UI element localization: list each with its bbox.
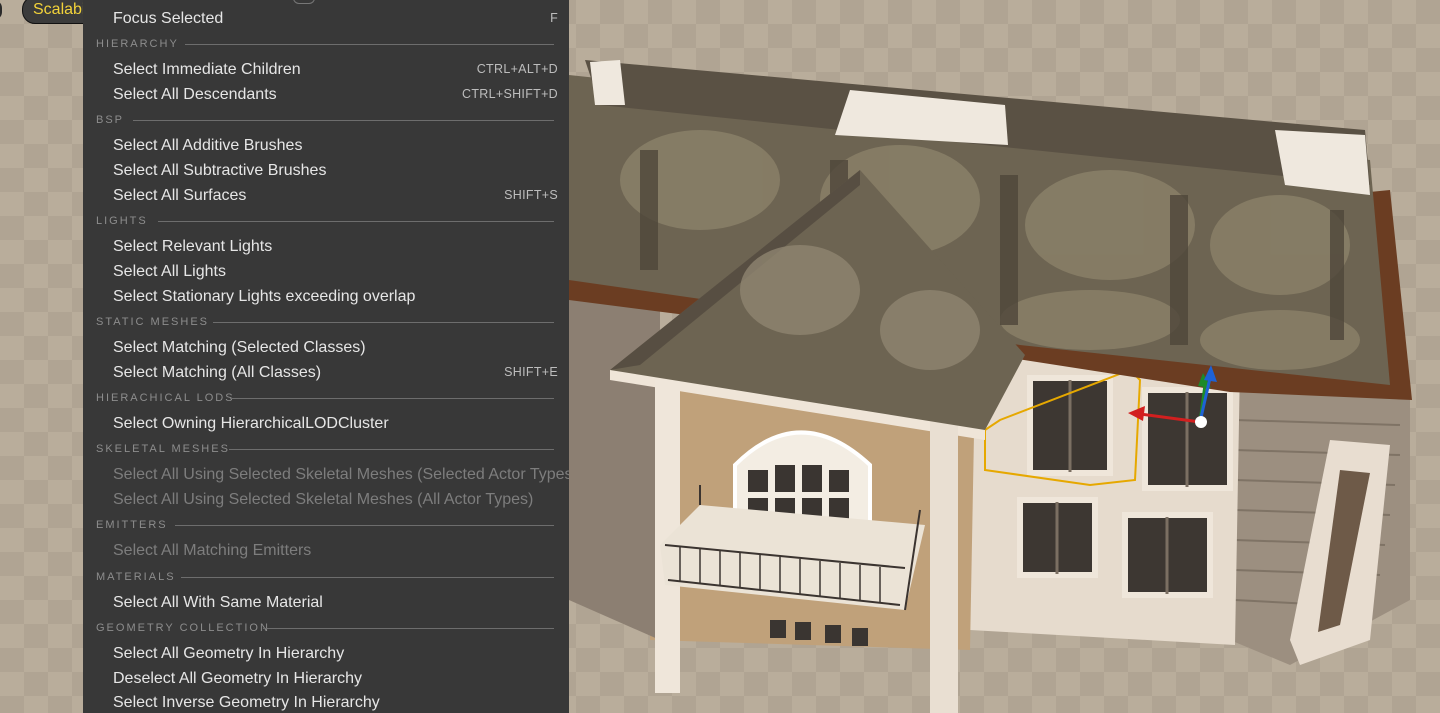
- menu-item-select-all-additive-brushes[interactable]: Select All Additive Brushes: [83, 133, 569, 158]
- section-divider: [181, 577, 554, 578]
- menu-item-select-immediate-children[interactable]: Select Immediate Children CTRL+ALT+D: [83, 57, 569, 82]
- section-header-static-meshes: STATIC MESHES: [83, 309, 569, 335]
- menu-item-label: Select All Descendants: [113, 86, 277, 103]
- section-divider: [158, 221, 554, 222]
- section-header-label: MATERIALS: [96, 571, 176, 583]
- menu-item-label: Focus Selected: [113, 10, 224, 27]
- menu-item-select-all-geometry-in-hierarchy[interactable]: Select All Geometry In Hierarchy: [83, 641, 569, 666]
- menu-item-select-all-with-same-material[interactable]: Select All With Same Material: [83, 590, 569, 615]
- section-header-label: SKELETAL MESHES: [96, 443, 230, 455]
- menu-item-shortcut: F: [550, 11, 558, 25]
- section-header-label: EMITTERS: [96, 519, 168, 531]
- section-header-hierarchical-lods: HIERACHICAL LODS: [83, 385, 569, 411]
- section-header-bsp: BSP: [83, 107, 569, 133]
- menu-item-label: Select Relevant Lights: [113, 238, 273, 255]
- section-header-skeletal-meshes: SKELETAL MESHES: [83, 436, 569, 462]
- section-header-label: GEOMETRY COLLECTION: [96, 622, 270, 634]
- menu-item-shortcut: SHIFT+S: [504, 188, 558, 202]
- menu-item-select-inverse-geometry-in-hierarchy[interactable]: Select Inverse Geometry In Hierarchy: [83, 690, 569, 713]
- menu-item-label: Select All Using Selected Skeletal Meshe…: [113, 466, 569, 483]
- menu-item-label: Deselect All Geometry In Hierarchy: [113, 670, 362, 687]
- section-header-emitters: EMITTERS: [83, 512, 569, 538]
- menu-item-focus-selected[interactable]: Focus Selected F: [83, 6, 569, 31]
- section-header-geometry-collection: GEOMETRY COLLECTION: [83, 615, 569, 641]
- menu-item-select-stationary-lights[interactable]: Select Stationary Lights exceeding overl…: [83, 284, 569, 309]
- menu-item-select-owning-hlod-cluster[interactable]: Select Owning HierarchicalLODCluster: [83, 411, 569, 436]
- menu-item-label: Select Inverse Geometry In Hierarchy: [113, 694, 380, 711]
- menu-item-label: Select All With Same Material: [113, 594, 323, 611]
- menu-item-label: Select Immediate Children: [113, 61, 301, 78]
- menu-item-shortcut: CTRL+SHIFT+D: [462, 87, 558, 101]
- menu-item-skeletal-all-actor-types: Select All Using Selected Skeletal Meshe…: [83, 487, 569, 512]
- menu-item-select-all-matching-emitters: Select All Matching Emitters: [83, 538, 569, 563]
- section-divider: [133, 120, 554, 121]
- section-header-materials: MATERIALS: [83, 564, 569, 590]
- menu-item-select-all-subtractive-brushes[interactable]: Select All Subtractive Brushes: [83, 158, 569, 183]
- menu-item-label: Select Matching (Selected Classes): [113, 339, 366, 356]
- menu-item-label: Select Stationary Lights exceeding overl…: [113, 288, 416, 305]
- section-header-label: LIGHTS: [96, 215, 148, 227]
- section-header-label: STATIC MESHES: [96, 316, 209, 328]
- menu-item-label: Select All Surfaces: [113, 187, 247, 204]
- menu-item-select-relevant-lights[interactable]: Select Relevant Lights: [83, 234, 569, 259]
- section-divider: [263, 628, 554, 629]
- menu-item-select-all-surfaces[interactable]: Select All Surfaces SHIFT+S: [83, 183, 569, 208]
- menu-item-label: Select Owning HierarchicalLODCluster: [113, 415, 389, 432]
- menu-item-label: Select All Additive Brushes: [113, 137, 303, 154]
- menu-item-label: Select All Geometry In Hierarchy: [113, 645, 345, 662]
- menu-item-label: Select All Subtractive Brushes: [113, 162, 327, 179]
- menu-item-shortcut: SHIFT+E: [504, 365, 558, 379]
- menu-item-select-matching-selected-classes[interactable]: Select Matching (Selected Classes): [83, 335, 569, 360]
- menu-item-label: Select Matching (All Classes): [113, 364, 322, 381]
- menu-item-label: Select All Lights: [113, 263, 226, 280]
- section-divider: [213, 322, 554, 323]
- section-header-label: HIERACHICAL LODS: [96, 392, 235, 404]
- menu-item-label: Select All Using Selected Skeletal Meshe…: [113, 491, 534, 508]
- menu-item-deselect-all-geometry-in-hierarchy[interactable]: Deselect All Geometry In Hierarchy: [83, 666, 569, 691]
- section-header-label: HIERARCHY: [96, 38, 179, 50]
- menu-item-select-all-lights[interactable]: Select All Lights: [83, 259, 569, 284]
- section-divider: [229, 449, 554, 450]
- menu-item-label: Select All Matching Emitters: [113, 542, 312, 559]
- menu-item-select-matching-all-classes[interactable]: Select Matching (All Classes) SHIFT+E: [83, 360, 569, 385]
- section-divider: [230, 398, 554, 399]
- section-divider: [175, 525, 554, 526]
- section-header-hierarchy: HIERARCHY: [83, 31, 569, 57]
- section-divider: [185, 44, 554, 45]
- select-context-menu: Focus Selected F HIERARCHY Select Immedi…: [83, 0, 569, 713]
- menu-item-select-all-descendants[interactable]: Select All Descendants CTRL+SHIFT+D: [83, 82, 569, 107]
- section-header-lights: LIGHTS: [83, 208, 569, 234]
- menu-item-shortcut: CTRL+ALT+D: [476, 62, 558, 76]
- menu-top-fragment: [293, 0, 315, 4]
- menu-item-skeletal-selected-actor-types: Select All Using Selected Skeletal Meshe…: [83, 462, 569, 487]
- section-header-label: BSP: [96, 114, 125, 126]
